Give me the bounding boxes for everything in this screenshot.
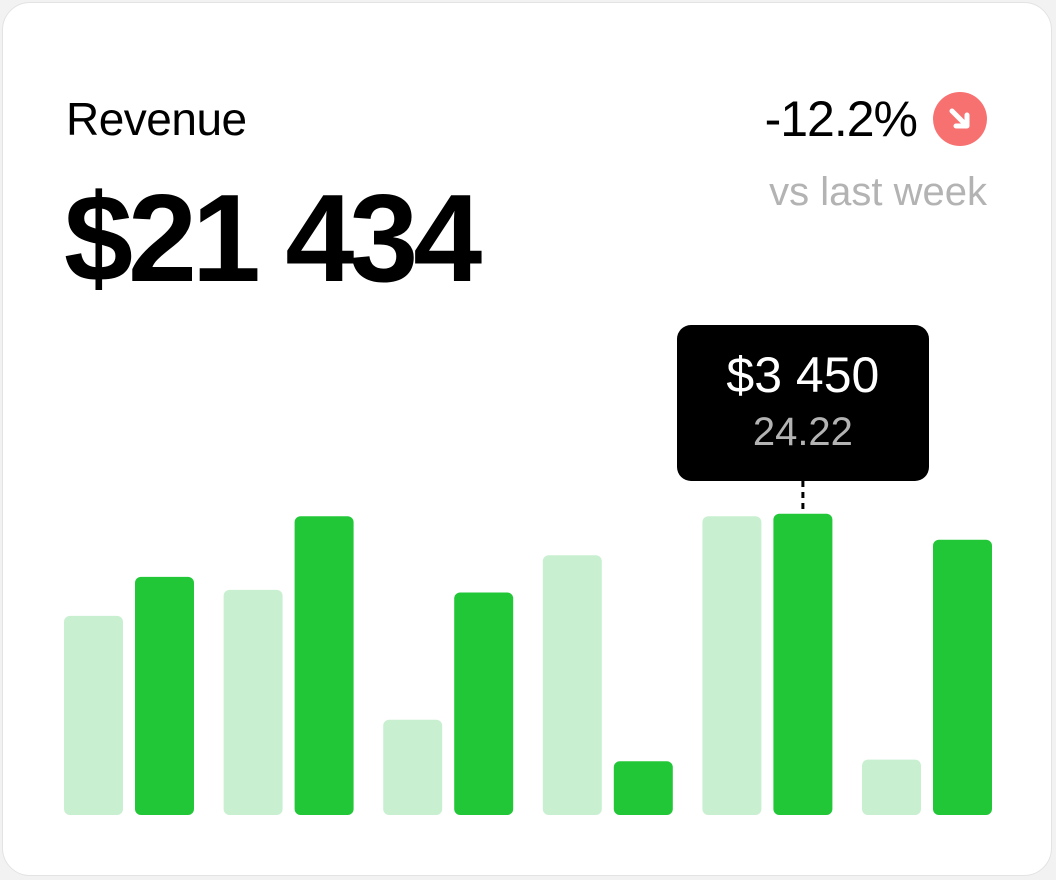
tooltip-subvalue: 24.22 [752, 410, 853, 454]
bar-group-3-series-2[interactable] [454, 592, 514, 816]
bar-group-6-series-1[interactable] [862, 759, 921, 815]
chart-tooltip: $3 450 24.22 [676, 325, 929, 481]
bar-group-4-series-2[interactable] [613, 761, 673, 815]
tooltip-value: $3 450 [726, 347, 880, 403]
bar-group-5-series-1[interactable] [702, 516, 762, 815]
bar-group-1-series-2[interactable] [135, 576, 194, 815]
bar-group-1-series-1[interactable] [64, 615, 123, 815]
bar-group-5-series-2[interactable] [773, 513, 833, 815]
bar-group-2-series-1[interactable] [223, 589, 283, 815]
bar-group-4-series-1[interactable] [542, 555, 602, 815]
bar-group-6-series-2[interactable] [933, 539, 992, 815]
bar-group-2-series-2[interactable] [294, 516, 354, 815]
revenue-card: Revenue $21 434 -12.2% vs last week $3 4… [2, 2, 1052, 876]
bar-group-3-series-1[interactable] [383, 719, 443, 815]
